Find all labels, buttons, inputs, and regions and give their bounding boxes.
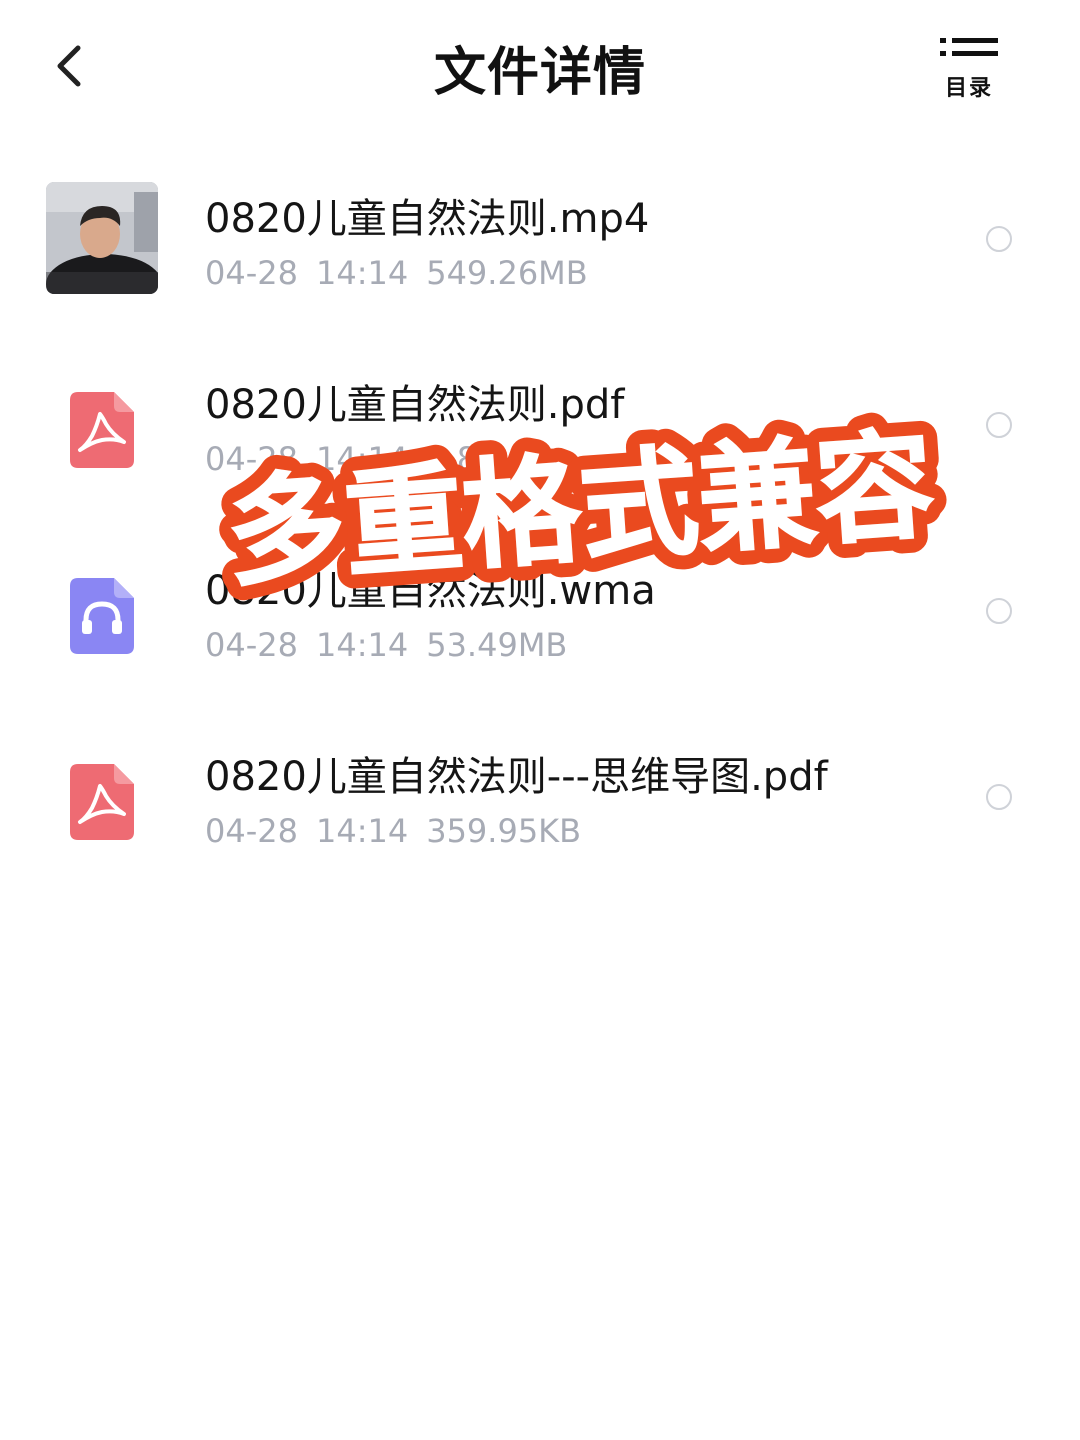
file-row[interactable]: 0820儿童自然法则---思维导图.pdf 04-28 14:14 359.95KB — [0, 688, 1080, 868]
file-date: 04-28 — [205, 626, 298, 664]
file-name: 0820儿童自然法则---思维导图.pdf — [205, 754, 828, 800]
list-icon — [940, 38, 998, 56]
file-meta: 04-28 14:14 549.26MB — [205, 254, 606, 292]
file-time: 14:14 — [315, 254, 409, 292]
file-size: 53.49MB — [426, 626, 568, 664]
file-date: 04-28 — [205, 440, 298, 478]
file-name: 0820儿童自然法则.wma — [205, 568, 656, 614]
file-size: 549.26MB — [426, 254, 588, 292]
file-size: 5.8 — [426, 440, 478, 478]
pdf-file-icon — [70, 392, 134, 468]
video-thumbnail — [46, 182, 158, 294]
toc-label: 目录 — [944, 76, 993, 101]
file-time: 14:14 — [315, 440, 409, 478]
page-title: 文件详情 — [433, 43, 646, 103]
top-bar: 文件详情 目录 — [0, 0, 1080, 130]
file-date: 04-28 — [205, 254, 298, 292]
file-meta: 04-28 14:14 359.95KB — [205, 812, 599, 850]
file-meta: 04-28 14:14 5.8 — [205, 440, 495, 478]
file-name: 0820儿童自然法则.pdf — [205, 382, 625, 428]
file-meta: 04-28 14:14 53.49MB — [205, 626, 585, 664]
file-row[interactable]: 0820儿童自然法则.wma 04-28 14:14 53.49MB — [0, 502, 1080, 682]
file-row[interactable]: 0820儿童自然法则.pdf 04-28 14:14 5.8 — [0, 316, 1080, 496]
file-name: 0820儿童自然法则.mp4 — [205, 196, 650, 242]
table-of-contents-button[interactable]: 目录 — [938, 34, 1000, 102]
select-radio[interactable] — [986, 412, 1012, 438]
file-time: 14:14 — [315, 626, 409, 664]
file-row[interactable]: 0820儿童自然法则.mp4 04-28 14:14 549.26MB — [0, 130, 1080, 310]
select-radio[interactable] — [986, 784, 1012, 810]
file-date: 04-28 — [205, 812, 298, 850]
file-details-screen: 文件详情 目录 0820儿童自然法则.mp4 04-28 14:14 549.2… — [0, 0, 1080, 1440]
audio-file-icon — [70, 578, 134, 654]
pdf-file-icon — [70, 764, 134, 840]
file-time: 14:14 — [315, 812, 409, 850]
file-size: 359.95KB — [426, 812, 582, 850]
select-radio[interactable] — [986, 598, 1012, 624]
select-radio[interactable] — [986, 226, 1012, 252]
